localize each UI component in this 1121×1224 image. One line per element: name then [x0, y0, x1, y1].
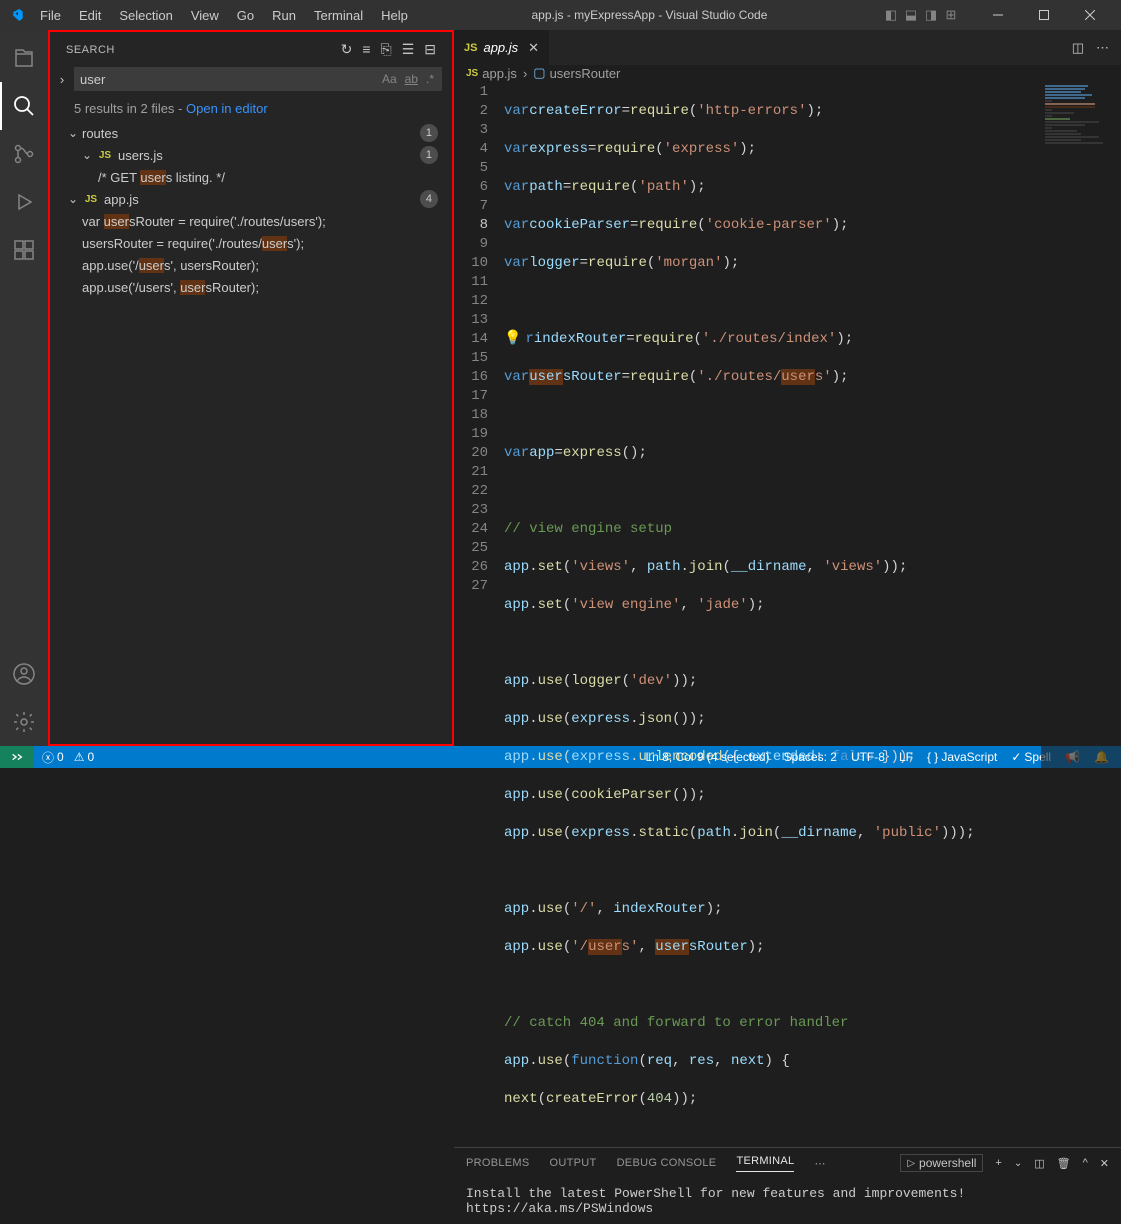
- terminal-output[interactable]: Install the latest PowerShell for new fe…: [454, 1178, 1121, 1224]
- menu-run[interactable]: Run: [264, 4, 304, 27]
- breadcrumb[interactable]: JS app.js › ▢ usersRouter: [454, 65, 1121, 81]
- view-tree-icon[interactable]: ☰: [402, 41, 415, 58]
- more-actions-icon[interactable]: ⋯: [1096, 40, 1109, 56]
- terminal-dropdown-icon[interactable]: ⌄: [1014, 1158, 1022, 1169]
- bottom-panel: PROBLEMS OUTPUT DEBUG CONSOLE TERMINAL ⋯…: [454, 1147, 1121, 1224]
- search-title: SEARCH: [66, 44, 341, 56]
- status-spaces[interactable]: Spaces: 2: [784, 750, 837, 764]
- split-terminal-icon[interactable]: ◫: [1034, 1157, 1044, 1170]
- split-editor-icon[interactable]: ◫: [1072, 40, 1084, 56]
- search-sidebar: SEARCH ↻ ≡ ⎘ ☰ ⊟ › Aa ab .* 5 results in…: [48, 30, 454, 746]
- code-editor[interactable]: 1234567891011121314151617181920212223242…: [454, 81, 1041, 1147]
- toggle-panel-icon[interactable]: ⬓: [903, 7, 919, 23]
- main-menu: File Edit Selection View Go Run Terminal…: [32, 4, 416, 27]
- tab-app-js[interactable]: JS app.js ✕: [454, 30, 550, 65]
- activity-scm[interactable]: [0, 130, 48, 178]
- maximize-panel-icon[interactable]: ^: [1083, 1157, 1088, 1169]
- lightbulb-icon[interactable]: 💡: [504, 330, 521, 349]
- collapse-icon[interactable]: ⊟: [424, 41, 436, 58]
- result-file-users[interactable]: ⌄ JS users.js 1: [58, 144, 444, 166]
- activity-explorer[interactable]: [0, 34, 48, 82]
- menu-file[interactable]: File: [32, 4, 69, 27]
- toggle-secondary-icon[interactable]: ◨: [923, 7, 939, 23]
- menu-help[interactable]: Help: [373, 4, 416, 27]
- status-language[interactable]: { } JavaScript: [927, 750, 997, 764]
- new-terminal-icon[interactable]: +: [995, 1157, 1001, 1169]
- window-title: app.js - myExpressApp - Visual Studio Co…: [416, 8, 883, 22]
- match-case-icon[interactable]: Aa: [380, 72, 399, 86]
- menu-terminal[interactable]: Terminal: [306, 4, 371, 27]
- expand-replace-icon[interactable]: ›: [54, 72, 70, 87]
- layout-controls: ◧ ⬓ ◨ ⊞: [883, 7, 959, 23]
- code-content[interactable]: var createError = require('http-errors')…: [504, 81, 1041, 1147]
- status-errors[interactable]: ⓧ 0: [42, 749, 64, 766]
- activity-settings[interactable]: [0, 698, 48, 746]
- editor-area: JS app.js ✕ ◫ ⋯ JS app.js › ▢ usersRoute…: [454, 30, 1121, 746]
- close-tab-icon[interactable]: ✕: [528, 40, 539, 56]
- menu-view[interactable]: View: [183, 4, 227, 27]
- result-folder[interactable]: ⌄ routes 1: [58, 122, 444, 144]
- close-panel-icon[interactable]: ✕: [1100, 1157, 1109, 1170]
- panel-more-icon[interactable]: ⋯: [814, 1157, 825, 1170]
- panel-tab-debug[interactable]: DEBUG CONSOLE: [617, 1157, 717, 1169]
- result-match[interactable]: app.use('/users', usersRouter);: [58, 276, 444, 298]
- js-file-icon: JS: [464, 42, 477, 54]
- chevron-down-icon: ⌄: [82, 148, 96, 162]
- result-match[interactable]: /* GET users listing. */: [58, 166, 444, 188]
- panel-tab-terminal[interactable]: TERMINAL: [736, 1155, 794, 1172]
- new-editor-icon[interactable]: ⎘: [381, 41, 392, 58]
- panel-tabs: PROBLEMS OUTPUT DEBUG CONSOLE TERMINAL ⋯…: [454, 1148, 1121, 1178]
- result-match[interactable]: usersRouter = require('./routes/users');: [58, 232, 444, 254]
- minimize-button[interactable]: [975, 0, 1021, 30]
- minimap[interactable]: [1041, 81, 1121, 1147]
- status-encoding[interactable]: UTF-8: [851, 750, 885, 764]
- activity-account[interactable]: [0, 650, 48, 698]
- chevron-down-icon: ⌄: [68, 126, 82, 140]
- activity-bar: [0, 30, 48, 746]
- line-numbers: 1234567891011121314151617181920212223242…: [454, 81, 504, 1147]
- panel-tab-output[interactable]: OUTPUT: [550, 1157, 597, 1169]
- results-summary: 5 results in 2 files - Open in editor: [50, 95, 452, 122]
- js-file-icon: JS: [82, 194, 100, 205]
- search-results-tree: ⌄ routes 1 ⌄ JS users.js 1 /* GET users …: [50, 122, 452, 298]
- search-header: SEARCH ↻ ≡ ⎘ ☰ ⊟: [50, 32, 452, 67]
- titlebar: File Edit Selection View Go Run Terminal…: [0, 0, 1121, 30]
- activity-debug[interactable]: [0, 178, 48, 226]
- match-word-icon[interactable]: ab: [403, 72, 420, 86]
- regex-icon[interactable]: .*: [424, 72, 436, 86]
- search-input-row: › Aa ab .*: [50, 67, 452, 95]
- maximize-button[interactable]: [1021, 0, 1067, 30]
- status-cursor[interactable]: Ln 8, Col 9 (4 selected): [645, 750, 769, 764]
- activity-extensions[interactable]: [0, 226, 48, 274]
- menu-selection[interactable]: Selection: [111, 4, 180, 27]
- close-button[interactable]: [1067, 0, 1113, 30]
- status-eol[interactable]: LF: [899, 750, 913, 764]
- menu-go[interactable]: Go: [229, 4, 262, 27]
- chevron-down-icon: ⌄: [68, 192, 82, 206]
- result-match[interactable]: var usersRouter = require('./routes/user…: [58, 210, 444, 232]
- search-input[interactable]: [80, 72, 380, 87]
- toggle-sidebar-icon[interactable]: ◧: [883, 7, 899, 23]
- activity-search[interactable]: [0, 82, 48, 130]
- customize-layout-icon[interactable]: ⊞: [943, 7, 959, 23]
- window-controls: [975, 0, 1113, 30]
- kill-terminal-icon[interactable]: 🗑: [1057, 1157, 1071, 1170]
- open-in-editor-link[interactable]: Open in editor: [186, 101, 268, 116]
- tab-bar: JS app.js ✕ ◫ ⋯: [454, 30, 1121, 65]
- terminal-shell-selector[interactable]: ▷powershell: [900, 1154, 983, 1172]
- status-warnings[interactable]: ⚠ 0: [74, 750, 94, 764]
- js-file-icon: JS: [96, 150, 114, 161]
- refresh-icon[interactable]: ↻: [341, 41, 353, 58]
- result-match[interactable]: app.use('/users', usersRouter);: [58, 254, 444, 276]
- vscode-icon: [8, 7, 24, 23]
- result-file-app[interactable]: ⌄ JS app.js 4: [58, 188, 444, 210]
- menu-edit[interactable]: Edit: [71, 4, 109, 27]
- clear-icon[interactable]: ≡: [362, 41, 370, 58]
- panel-tab-problems[interactable]: PROBLEMS: [466, 1157, 530, 1169]
- remote-indicator[interactable]: [0, 746, 34, 768]
